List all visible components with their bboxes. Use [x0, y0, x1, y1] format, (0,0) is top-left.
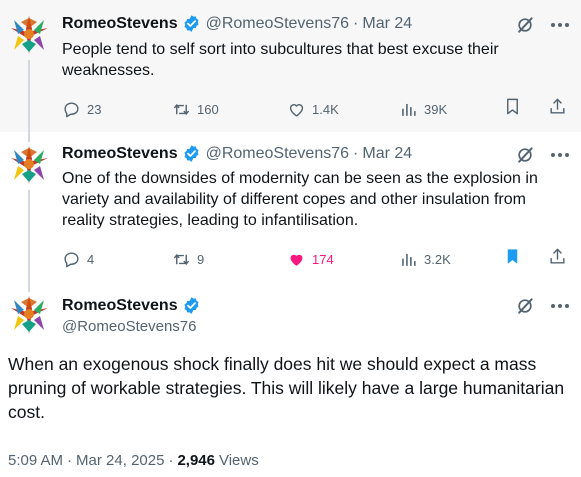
verified-badge-icon	[183, 144, 199, 163]
more-icon[interactable]	[551, 297, 569, 315]
reply-icon	[64, 251, 79, 267]
focused-tweet: RomeoStevens @RomeoStevens76 When an exo…	[0, 282, 581, 477]
grok-icon[interactable]	[515, 296, 535, 316]
like-button[interactable]: 174	[287, 250, 399, 269]
views-button[interactable]: 3.2K	[399, 250, 451, 269]
views-button[interactable]: 39K	[399, 100, 447, 119]
author-name[interactable]: RomeoStevens	[62, 145, 178, 163]
retweet-count: 9	[197, 251, 205, 267]
separator: ·	[168, 452, 174, 469]
avatar[interactable]	[8, 14, 50, 56]
views-icon	[402, 103, 416, 116]
thread-line	[28, 282, 30, 292]
like-icon	[289, 103, 304, 117]
tweet-text: When an exogenous shock finally does hit…	[8, 354, 565, 422]
author-name-row: RomeoStevens	[62, 296, 206, 315]
like-count: 174	[312, 251, 334, 267]
reply-count: 4	[87, 251, 95, 267]
more-icon[interactable]	[551, 146, 569, 164]
like-button[interactable]: 1.4K	[287, 100, 399, 119]
separator: ·	[67, 452, 73, 469]
share-icon	[550, 98, 565, 114]
tweet-header: RomeoStevens @RomeoStevens76 · Mar 24	[62, 14, 412, 33]
grok-icon[interactable]	[515, 15, 535, 35]
retweet-button[interactable]: 160	[172, 100, 287, 119]
verified-badge-icon	[183, 296, 199, 315]
share-button[interactable]	[548, 97, 567, 121]
grok-icon[interactable]	[515, 145, 535, 165]
verified-badge-icon	[183, 14, 199, 33]
author-name[interactable]: RomeoStevens	[62, 297, 178, 315]
avatar[interactable]	[8, 144, 50, 186]
tweet-date[interactable]: Mar 24	[362, 145, 412, 163]
views-icon	[402, 253, 416, 266]
reply-icon	[64, 101, 79, 117]
tweet-meta: 5:09 AM · Mar 24, 2025 · 2,946 Views	[8, 452, 259, 469]
thread-line	[28, 132, 30, 142]
reply-count: 23	[87, 101, 102, 117]
reply-button[interactable]: 23	[62, 100, 172, 119]
separator: ·	[353, 144, 359, 162]
views-count: 2,946	[177, 452, 215, 469]
share-icon	[550, 248, 565, 264]
tweet-text: One of the downsides of modernity can be…	[62, 170, 538, 229]
tweet-date[interactable]: Mar 24, 2025	[76, 452, 164, 469]
share-button[interactable]	[548, 247, 567, 271]
retweet-icon	[173, 253, 190, 265]
more-icon[interactable]	[551, 16, 569, 34]
separator: ·	[353, 14, 359, 32]
author-handle[interactable]: @RomeoStevens76	[206, 145, 349, 163]
avatar[interactable]	[8, 294, 50, 336]
tweet-text: People tend to self sort into subculture…	[62, 41, 499, 79]
author-handle[interactable]: @RomeoStevens76	[206, 15, 349, 33]
author-handle[interactable]: @RomeoStevens76	[62, 318, 196, 335]
bookmark-filled-icon	[507, 249, 518, 264]
retweet-icon	[173, 103, 190, 115]
tweet[interactable]: RomeoStevens @RomeoStevens76 · Mar 24 Pe…	[0, 0, 581, 132]
retweet-count: 160	[197, 101, 219, 117]
tweet[interactable]: RomeoStevens @RomeoStevens76 · Mar 24 On…	[0, 132, 581, 282]
views-count: 39K	[424, 101, 448, 117]
like-count: 1.4K	[312, 101, 339, 117]
retweet-button[interactable]: 9	[172, 250, 287, 269]
like-filled-icon	[290, 254, 303, 266]
views-label: Views	[218, 452, 259, 469]
thread-line	[28, 60, 30, 132]
thread-line	[28, 190, 30, 282]
tweet-header: RomeoStevens @RomeoStevens76 · Mar 24	[62, 144, 412, 163]
author-name[interactable]: RomeoStevens	[62, 15, 178, 33]
bookmark-button[interactable]	[503, 247, 522, 271]
reply-button[interactable]: 4	[62, 250, 172, 269]
tweet-date[interactable]: Mar 24	[362, 15, 412, 33]
bookmark-button[interactable]	[503, 97, 522, 121]
tweet-time[interactable]: 5:09 AM	[8, 452, 63, 469]
bookmark-icon	[507, 98, 518, 115]
views-count: 3.2K	[424, 251, 451, 267]
